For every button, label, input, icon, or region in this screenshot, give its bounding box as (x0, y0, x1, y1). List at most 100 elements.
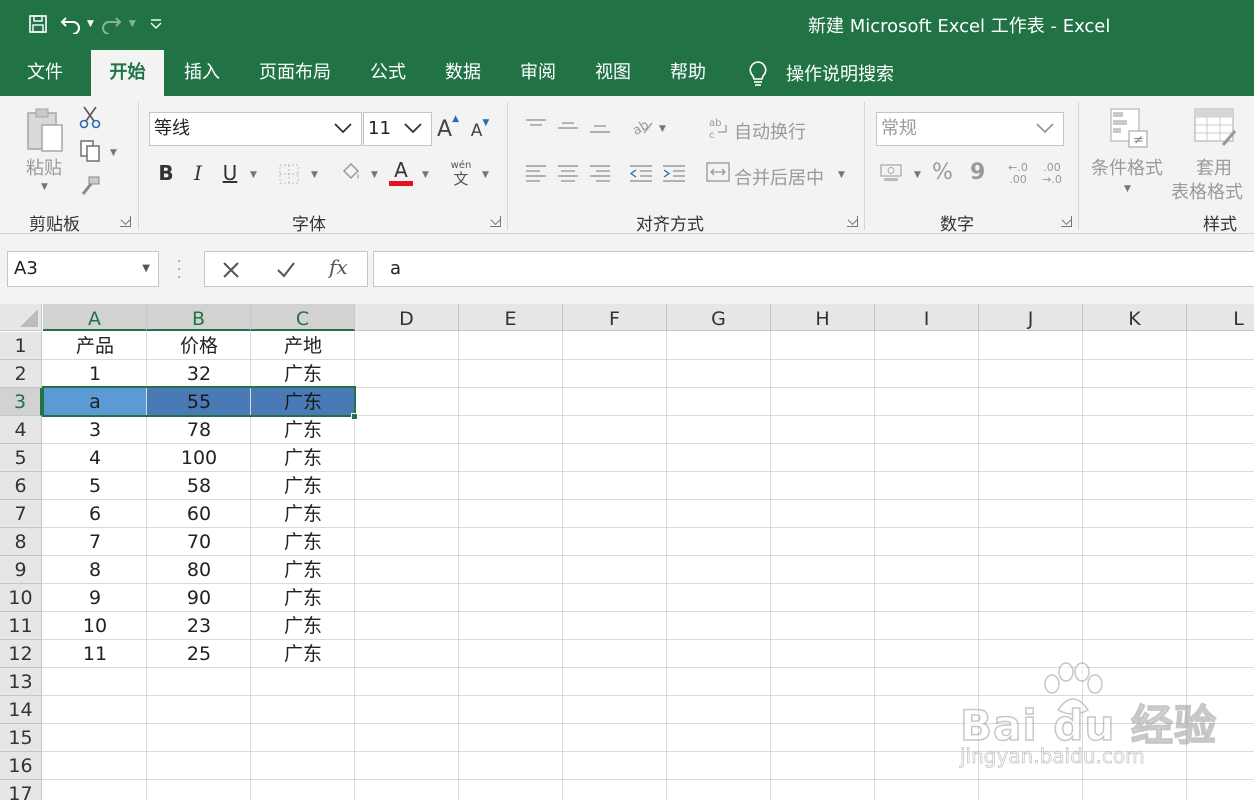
cell[interactable]: 25 (147, 640, 251, 668)
comma-style-button[interactable]: 9 (970, 160, 985, 185)
conditional-formatting-icon[interactable]: ≠ (1106, 104, 1152, 150)
column-header[interactable]: L (1187, 304, 1254, 331)
cell[interactable]: 广东 (251, 640, 355, 668)
paste-dropdown-icon[interactable]: ▼ (41, 182, 48, 192)
column-header[interactable]: I (875, 304, 979, 331)
cell[interactable]: 1 (43, 360, 147, 388)
cut-icon[interactable] (78, 104, 102, 130)
worksheet-grid[interactable]: A B C D E F G H I J K L 1 2 3 4 5 6 7 8 … (0, 304, 1254, 800)
accounting-dropdown-icon[interactable]: ▼ (914, 170, 921, 180)
redo-dropdown-icon[interactable]: ▼ (129, 19, 136, 29)
formula-input[interactable]: a (373, 251, 1254, 287)
cell[interactable]: 90 (147, 584, 251, 612)
italic-icon[interactable]: I (186, 158, 210, 188)
clipboard-launcher-icon[interactable] (120, 216, 131, 227)
font-launcher-icon[interactable] (490, 216, 501, 227)
merge-center-icon[interactable] (706, 160, 730, 184)
paste-icon[interactable] (22, 106, 68, 154)
format-painter-icon[interactable] (78, 174, 102, 198)
row-header[interactable]: 7 (0, 500, 42, 528)
formula-bar-resize-handle[interactable]: · · · (177, 255, 181, 285)
merge-center-dropdown-icon[interactable]: ▼ (838, 170, 845, 180)
font-color-dropdown-icon[interactable]: ▼ (422, 170, 429, 180)
cell[interactable]: 7 (43, 528, 147, 556)
font-name-combo[interactable]: 等线 (149, 112, 362, 146)
tab-review[interactable]: 审阅 (508, 50, 568, 96)
column-header[interactable]: J (979, 304, 1083, 331)
column-header[interactable]: G (667, 304, 771, 331)
cell[interactable]: 广东 (251, 360, 355, 388)
increase-decimal-icon[interactable]: ←.0.00 (1004, 160, 1032, 188)
cell[interactable]: 4 (43, 444, 147, 472)
cancel-icon[interactable] (222, 261, 240, 279)
cell[interactable]: 23 (147, 612, 251, 640)
column-header[interactable]: E (459, 304, 563, 331)
wrap-text-label[interactable]: 自动换行 (734, 118, 806, 144)
wrap-text-icon[interactable]: ab c (708, 116, 730, 140)
row-header[interactable]: 10 (0, 584, 42, 612)
row-header[interactable]: 15 (0, 724, 42, 752)
fill-color-icon[interactable] (339, 160, 363, 186)
cell[interactable]: 广东 (251, 528, 355, 556)
cell[interactable]: 广东 (251, 444, 355, 472)
borders-icon[interactable] (277, 162, 301, 186)
decrease-decimal-icon[interactable]: .00 →.0 (1038, 160, 1066, 188)
cell[interactable]: 32 (147, 360, 251, 388)
cell[interactable]: 58 (147, 472, 251, 500)
fill-color-dropdown-icon[interactable]: ▼ (371, 170, 378, 180)
cell[interactable]: 产地 (251, 332, 355, 360)
row-header[interactable]: 3 (0, 388, 42, 416)
format-as-table-label-1[interactable]: 套用 (1196, 154, 1232, 180)
insert-function-button[interactable]: fx (329, 255, 348, 279)
column-header[interactable]: D (355, 304, 459, 331)
fill-handle[interactable] (351, 413, 358, 420)
cell[interactable]: 3 (43, 416, 147, 444)
number-launcher-icon[interactable] (1061, 216, 1072, 227)
column-header[interactable]: K (1083, 304, 1187, 331)
number-format-combo[interactable]: 常规 (876, 112, 1064, 146)
merge-center-label[interactable]: 合并后居中 (734, 164, 824, 190)
tab-home[interactable]: 开始 (91, 50, 164, 96)
align-right-icon[interactable] (587, 162, 613, 184)
column-header[interactable]: C (251, 304, 355, 331)
tell-me-search[interactable]: 操作说明搜索 (748, 60, 894, 86)
row-header[interactable]: 17 (0, 780, 42, 800)
cell[interactable]: 广东 (251, 500, 355, 528)
tab-file[interactable]: 文件 (14, 50, 76, 96)
cell[interactable]: 广东 (251, 556, 355, 584)
borders-dropdown-icon[interactable]: ▼ (311, 170, 318, 180)
cell[interactable]: 78 (147, 416, 251, 444)
cell[interactable]: 100 (147, 444, 251, 472)
align-middle-icon[interactable] (555, 116, 581, 136)
alignment-launcher-icon[interactable] (847, 216, 858, 227)
cell[interactable]: 6 (43, 500, 147, 528)
copy-dropdown-icon[interactable]: ▼ (110, 148, 117, 158)
increase-font-size-icon[interactable]: A ▲ (436, 114, 460, 144)
row-header[interactable]: 1 (0, 332, 42, 360)
tab-page-layout[interactable]: 页面布局 (250, 50, 340, 96)
font-color-icon[interactable]: A (388, 156, 414, 188)
row-header[interactable]: 2 (0, 360, 42, 388)
enter-check-icon[interactable] (276, 261, 296, 279)
format-as-table-label-2[interactable]: 表格格式 (1171, 178, 1243, 204)
tab-data[interactable]: 数据 (433, 50, 493, 96)
row-header[interactable]: 5 (0, 444, 42, 472)
decrease-font-size-icon[interactable]: A ▼ (468, 118, 492, 144)
align-top-icon[interactable] (523, 116, 549, 136)
row-header[interactable]: 9 (0, 556, 42, 584)
column-header[interactable]: H (771, 304, 875, 331)
cell[interactable]: 广东 (251, 416, 355, 444)
copy-icon[interactable] (78, 138, 102, 164)
cell[interactable]: 广东 (251, 612, 355, 640)
format-as-table-icon[interactable] (1192, 104, 1240, 150)
row-header[interactable]: 8 (0, 528, 42, 556)
cell[interactable]: 60 (147, 500, 251, 528)
cell[interactable]: 70 (147, 528, 251, 556)
cell[interactable]: 广东 (251, 584, 355, 612)
conditional-formatting-label[interactable]: 条件格式 (1091, 154, 1163, 180)
cell[interactable]: 广东 (251, 472, 355, 500)
conditional-formatting-dropdown-icon[interactable]: ▼ (1124, 184, 1131, 194)
tab-help[interactable]: 帮助 (658, 50, 718, 96)
phonetic-guide-icon[interactable]: wén 文 (448, 158, 474, 190)
save-icon[interactable] (20, 8, 56, 40)
